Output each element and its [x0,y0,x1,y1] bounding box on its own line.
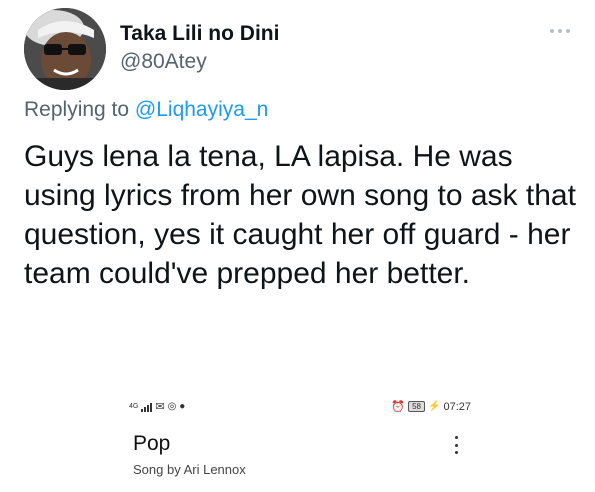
battery-icon: 58 [408,401,426,412]
more-dot [550,29,554,33]
status-right: ⏰ 58 ⚡ 07:27 [391,400,471,414]
charging-icon: ⚡ [428,401,441,412]
clock-time: 07:27 [443,400,471,413]
more-dot [558,29,562,33]
avatar[interactable] [24,8,106,90]
more-dot [566,29,570,33]
tweet-text: Guys lena la tena, LA lapisa. He was usi… [24,140,576,290]
wifi-icon: ◎ [167,401,177,412]
replying-prefix: Replying to [24,98,130,121]
alarm-icon: ⏰ [391,401,406,413]
attached-screenshot[interactable]: 4G ✉ ◎ ● ⏰ 58 ⚡ 07:27 Pop Song by Ari Le… [111,390,485,492]
author-name[interactable]: Taka Lili no Dini [120,22,279,46]
kebab-menu-icon[interactable] [453,436,459,454]
network-type: 4G [129,403,139,410]
mail-icon: ✉ [155,401,165,413]
author-handle[interactable]: @80Atey [120,50,207,74]
song-title: Pop [133,432,171,455]
phone-status-bar: 4G ✉ ◎ ● ⏰ 58 ⚡ 07:27 [111,400,485,416]
replying-to-mention[interactable]: @Liqhayiya_n [135,98,268,121]
avatar-photo [24,8,106,90]
battery-level: 58 [412,402,422,411]
status-left: 4G ✉ ◎ ● [129,400,185,413]
chat-icon: ● [179,401,186,412]
signal-icon [141,402,153,412]
song-subtitle: Song by Ari Lennox [133,462,246,477]
more-options-icon[interactable] [550,24,580,38]
replying-to-line: Replying to @Liqhayiya_n [24,98,268,122]
